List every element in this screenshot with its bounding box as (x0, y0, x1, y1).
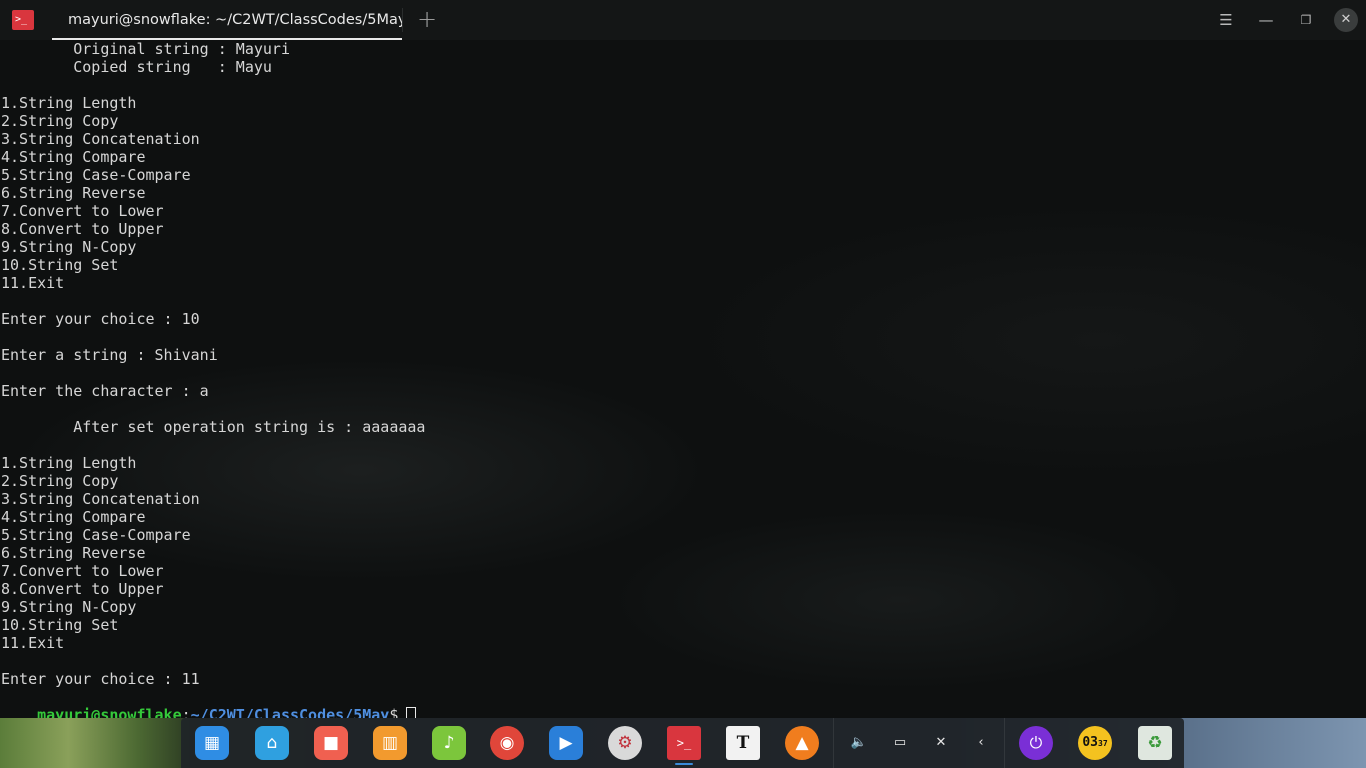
power-icon[interactable]: ⏻ (1019, 726, 1053, 760)
terminal-app-icon[interactable]: >_ (667, 726, 701, 760)
terminal-line: Enter your choice : 10 (1, 310, 200, 328)
terminal-line: 2.String Copy (1, 472, 119, 490)
settings-icon[interactable]: ⚙ (608, 726, 642, 760)
terminal-line: 10.String Set (1, 616, 119, 634)
volume-icon[interactable]: 🔈 (848, 732, 870, 754)
clock-minutes: 37 (1098, 739, 1108, 748)
menu-button[interactable]: ☰ (1213, 8, 1239, 32)
terminal-line: 1.String Length (1, 94, 137, 112)
title-bar: >_ mayuri@snowflake: ~/C2WT/ClassCodes/5… (0, 0, 1366, 40)
terminal-line: Copied string : Mayu (1, 58, 272, 76)
terminal-icon: >_ (12, 10, 34, 30)
shell-prompt: mayuri@snowflake:~/C2WT/ClassCodes/5May$ (1, 688, 417, 724)
terminal-line: 11.Exit (1, 274, 65, 292)
terminal-line: 5.String Case-Compare (1, 166, 191, 184)
chrome-icon[interactable]: ◉ (490, 726, 524, 760)
terminal-line: After set operation string is : aaaaaaa (1, 418, 426, 436)
terminal-line: 7.Convert to Lower (1, 562, 164, 580)
trash-icon[interactable]: ♻ (1138, 726, 1172, 760)
terminal-line: 8.Convert to Upper (1, 580, 164, 598)
terminal-line: 5.String Case-Compare (1, 526, 191, 544)
terminal-line: 9.String N-Copy (1, 238, 137, 256)
terminal-line: Original string : Mayuri (1, 40, 290, 58)
active-app-indicator (675, 763, 693, 765)
maximize-button[interactable]: ❐ (1293, 8, 1319, 32)
dock-separator (833, 718, 834, 768)
terminal-line: Enter your choice : 11 (1, 670, 200, 688)
terminal-line: 4.String Compare (1, 508, 146, 526)
terminal-line: Enter the character : a (1, 382, 209, 400)
terminal-line: 6.String Reverse (1, 544, 146, 562)
tab-divider (402, 8, 403, 32)
terminal-line: 10.String Set (1, 256, 119, 274)
terminal-line: 7.Convert to Lower (1, 202, 164, 220)
terminal-line: 11.Exit (1, 634, 65, 652)
launcher-icon[interactable]: ▦ (195, 726, 229, 760)
dock-separator (1004, 718, 1005, 768)
terminal-line: 3.String Concatenation (1, 490, 200, 508)
tab-title: mayuri@snowflake: ~/C2WT/ClassCodes/5May (68, 12, 402, 28)
terminal-line: Enter a string : Shivani (1, 346, 218, 364)
music-player-icon[interactable]: ♪ (432, 726, 466, 760)
tab-terminal-session[interactable]: mayuri@snowflake: ~/C2WT/ClassCodes/5May (52, 0, 402, 40)
clock-hours: 03 (1082, 735, 1098, 750)
dock: ⏻ 0337 ♻ ▦ ⌂ ■ ▥ ♪ ◉ ▶ ⚙ >_ T ▲ 🔈 ▭ ✕ ‹ (181, 718, 1184, 768)
new-tab-button[interactable]: + (412, 6, 442, 34)
network-off-icon[interactable]: ✕ (930, 732, 952, 754)
file-manager-icon[interactable]: ⌂ (255, 726, 289, 760)
terminal-output[interactable]: Original string : Mayuri Copied string :… (0, 40, 1366, 756)
terminal-line: 6.String Reverse (1, 184, 146, 202)
terminal-line: 8.Convert to Upper (1, 220, 164, 238)
screen-recorder-icon[interactable]: ■ (314, 726, 348, 760)
close-button[interactable]: ✕ (1334, 8, 1358, 32)
terminal-line: 2.String Copy (1, 112, 119, 130)
minimize-button[interactable]: — (1253, 8, 1279, 32)
vlc-icon[interactable]: ▲ (785, 726, 819, 760)
battery-icon[interactable]: ▭ (889, 732, 911, 754)
video-player-icon[interactable]: ▶ (549, 726, 583, 760)
terminal-line: 1.String Length (1, 454, 137, 472)
clock-icon[interactable]: 0337 (1078, 726, 1112, 760)
terminal-line: 3.String Concatenation (1, 130, 200, 148)
app-store-icon[interactable]: ▥ (373, 726, 407, 760)
tray-expand-icon[interactable]: ‹ (970, 732, 992, 754)
terminal-line: 9.String N-Copy (1, 598, 137, 616)
terminal-line: 4.String Compare (1, 148, 146, 166)
text-editor-icon[interactable]: T (726, 726, 760, 760)
